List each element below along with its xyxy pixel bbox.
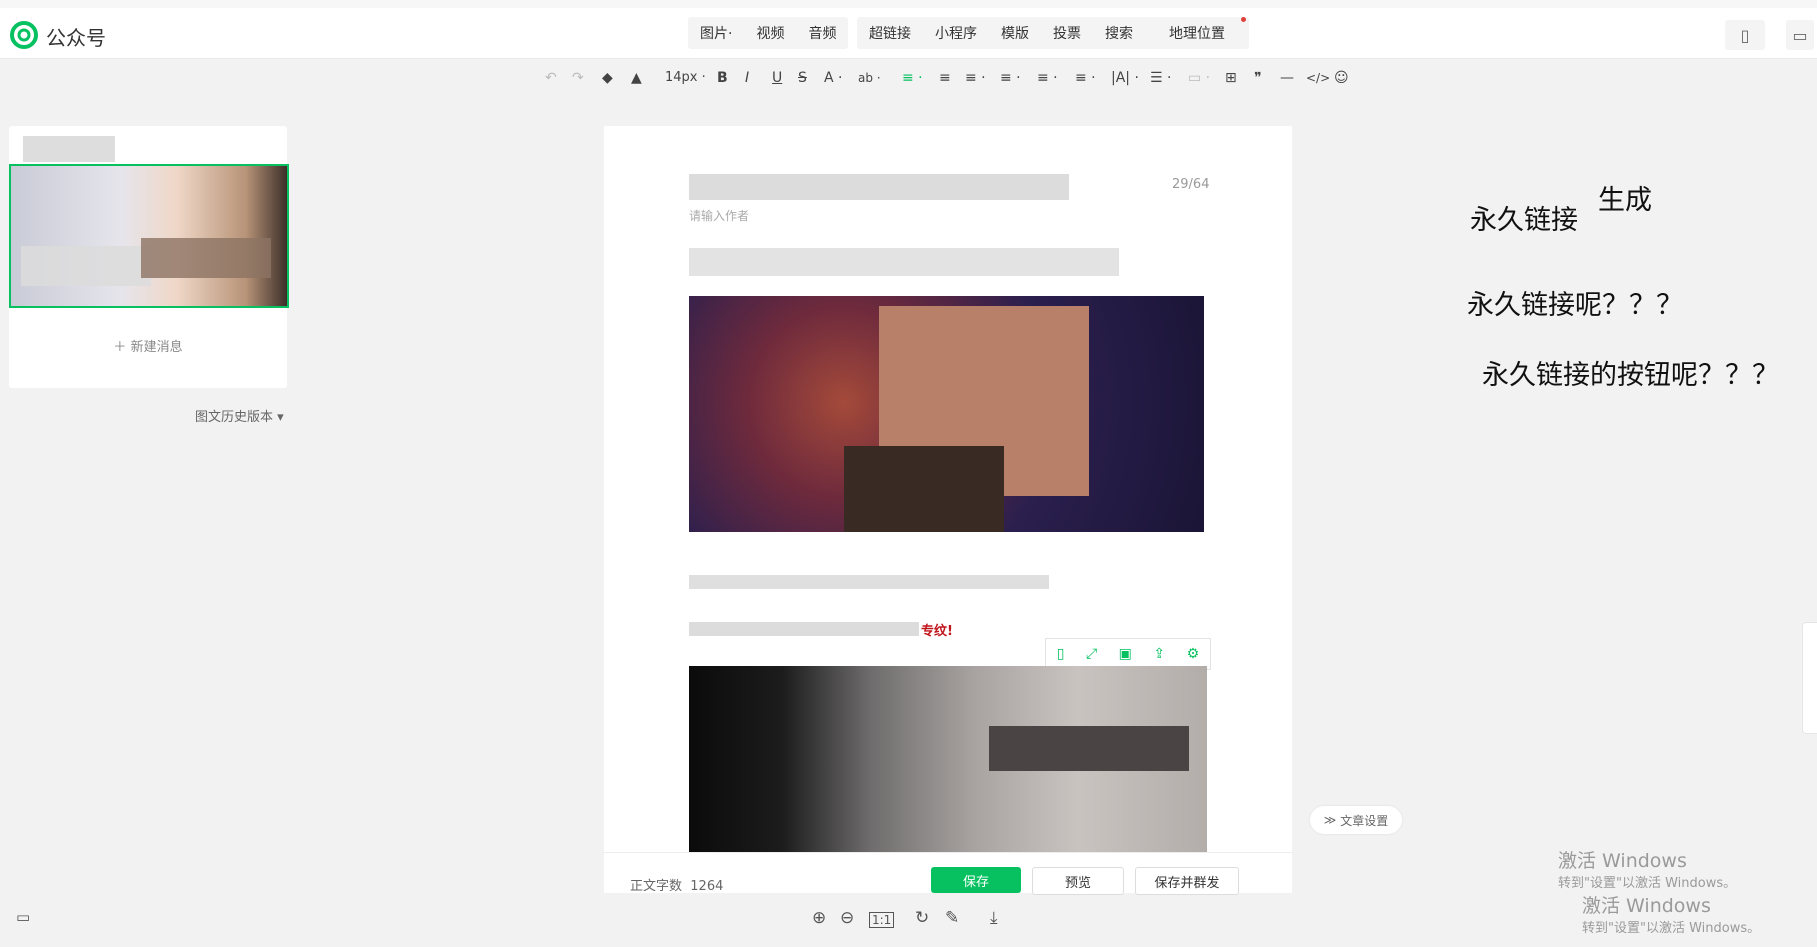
article-editor: 29/64 请输入作者 专纹! ▯ ⤢ ▣ ⇪ ⚙ — [604, 126, 1292, 852]
viewer-toolbar: ▭ ⊕ ⊖ 1:1 ↻ ✎ ⤓ — [0, 900, 1817, 947]
wechat-logo-icon — [10, 21, 38, 49]
strikethrough-button[interactable]: S — [798, 68, 807, 88]
title-field-blur[interactable] — [689, 174, 1069, 200]
annotation-generate: 生成 — [1598, 185, 1652, 216]
watermark-title-2: 激活 Windows — [1582, 895, 1711, 917]
history-label: 图文历史版本 — [195, 410, 274, 425]
new-message-label: 新建消息 — [130, 340, 183, 355]
zoom-out-icon[interactable]: ⊖ — [840, 908, 854, 928]
image2-eyes-mosaic — [989, 726, 1189, 771]
author-field[interactable]: 请输入作者 — [689, 207, 749, 224]
word-count: 正文字数 1264 — [630, 875, 723, 894]
annotation-where-permalink: 永久链接呢？？？ — [1467, 290, 1683, 321]
underline-button[interactable]: U — [772, 68, 782, 88]
watermark-title-1: 激活 Windows — [1558, 850, 1687, 872]
save-button[interactable]: 保存 — [931, 867, 1021, 893]
menu-vote[interactable]: 投票 — [1041, 23, 1093, 43]
doc-icon[interactable]: ▯ — [1725, 20, 1765, 50]
annotation-permalink: 永久链接 — [1470, 205, 1578, 236]
image1-body-mosaic — [844, 446, 1004, 532]
article-image-1[interactable] — [689, 296, 1204, 532]
line-height-button[interactable]: ≡ · — [1037, 68, 1058, 88]
preview-button[interactable]: 预览 — [1032, 867, 1124, 895]
align-center-button[interactable]: ≡ — [939, 68, 951, 88]
actual-size-icon[interactable]: 1:1 — [869, 912, 895, 928]
title-counter: 29/64 — [1172, 177, 1210, 192]
editor-footer: 正文字数 1264 保存 预览 保存并群发 — [604, 852, 1292, 895]
header: 公众号 图片· 视频 音频 超链接 小程序 模版 投票 搜索 地理位置 ▯ ▭ — [0, 8, 1817, 59]
indent-button[interactable]: ≡ · — [1000, 68, 1021, 88]
paragraph-blur — [689, 575, 1049, 589]
insert-feature-menu: 超链接 小程序 模版 投票 搜索 地理位置 — [857, 17, 1249, 49]
notification-dot — [1241, 17, 1246, 22]
menu-template[interactable]: 模版 — [989, 23, 1041, 43]
frame-icon[interactable]: ▣ — [1119, 646, 1132, 662]
menu-audio[interactable]: 音频 — [796, 23, 848, 43]
align-left-button[interactable]: ≡ · — [902, 68, 923, 88]
image-settings-icon[interactable]: ⚙ — [1187, 646, 1200, 662]
menu-video[interactable]: 视频 — [744, 23, 796, 43]
code-icon[interactable]: </> — [1306, 68, 1330, 88]
letter-spacing-button[interactable]: |A| · — [1111, 68, 1139, 88]
rotate-icon[interactable]: ↻ — [915, 908, 929, 928]
save-and-send-button[interactable]: 保存并群发 — [1135, 867, 1239, 895]
message-list: ＋ 新建消息 — [9, 126, 289, 388]
paragraph-blur-2 — [689, 622, 919, 636]
divider-icon[interactable]: — — [1280, 68, 1294, 88]
word-count-value: 1264 — [690, 879, 724, 894]
format-brush-icon[interactable]: ◆ — [602, 68, 613, 88]
quote-icon[interactable]: ❞ — [1254, 68, 1262, 88]
clear-format-icon[interactable]: ▲ — [631, 68, 642, 88]
table-icon[interactable]: ⊞ — [1225, 68, 1237, 88]
crop-icon[interactable]: ▯ — [1057, 646, 1065, 662]
watermark-sub-2: 转到"设置"以激活 Windows。 — [1582, 921, 1761, 936]
red-highlight-text: 专纹! — [921, 624, 953, 639]
message-cover-card[interactable] — [9, 164, 289, 308]
history-versions-link[interactable]: 图文历史版本 ▾ — [195, 406, 284, 425]
article-image-2[interactable] — [689, 666, 1207, 852]
font-color-button[interactable]: A · — [824, 68, 842, 88]
intro-text-blur — [689, 248, 1119, 276]
title-thumb-blur — [23, 136, 115, 162]
side-panel-icon[interactable]: ▭ — [1786, 20, 1814, 50]
brand-title: 公众号 — [46, 26, 106, 50]
edit-icon[interactable]: ✎ — [945, 908, 959, 928]
menu-miniprogram[interactable]: 小程序 — [923, 23, 989, 43]
screen-icon[interactable]: ▭ — [16, 908, 30, 926]
list-button[interactable]: ☰ · — [1150, 68, 1171, 88]
new-message-button[interactable]: ＋ 新建消息 — [9, 336, 287, 355]
align-right-button[interactable]: ≡ · — [965, 68, 986, 88]
redo-icon[interactable]: ↷ — [572, 68, 584, 88]
font-size-select[interactable]: 14px · — [665, 68, 706, 88]
undo-icon[interactable]: ↶ — [545, 68, 557, 88]
menu-hyperlink[interactable]: 超链接 — [857, 23, 923, 43]
article-settings-label: 文章设置 — [1340, 813, 1389, 828]
menu-image[interactable]: 图片· — [688, 23, 744, 43]
insert-media-menu: 图片· 视频 音频 — [688, 17, 849, 49]
menu-location-label: 地理位置 — [1169, 26, 1225, 42]
article-settings-button[interactable]: ≫ 文章设置 — [1310, 806, 1402, 834]
cover-eyes-mosaic — [141, 238, 271, 278]
cover-text-blur — [21, 246, 151, 286]
fullscreen-icon[interactable]: ⤢ — [1086, 646, 1097, 662]
share-icon[interactable]: ⇪ — [1153, 646, 1165, 662]
annotation-where-button: 永久链接的按钮呢？？？ — [1482, 360, 1779, 391]
italic-button[interactable]: I — [745, 68, 749, 88]
emoji-icon[interactable]: ☺ — [1334, 68, 1349, 88]
word-count-label: 正文字数 — [630, 879, 683, 894]
download-icon[interactable]: ⤓ — [990, 908, 998, 928]
zoom-in-icon[interactable]: ⊕ — [812, 908, 826, 928]
side-tab[interactable] — [1802, 622, 1817, 734]
bold-button[interactable]: B — [717, 68, 728, 88]
menu-location[interactable]: 地理位置 — [1145, 17, 1249, 43]
border-icon[interactable]: ▭ · — [1188, 68, 1210, 88]
bg-color-button[interactable]: ab · — [858, 68, 881, 88]
paragraph-spacing-button[interactable]: ≡ · — [1075, 68, 1096, 88]
watermark-sub-1: 转到"设置"以激活 Windows。 — [1558, 876, 1737, 891]
menu-search[interactable]: 搜索 — [1093, 23, 1145, 43]
format-toolbar: ↶ ↷ ◆ ▲ 14px · B I U S A · ab · ≡ · ≡ ≡ … — [0, 59, 1817, 97]
